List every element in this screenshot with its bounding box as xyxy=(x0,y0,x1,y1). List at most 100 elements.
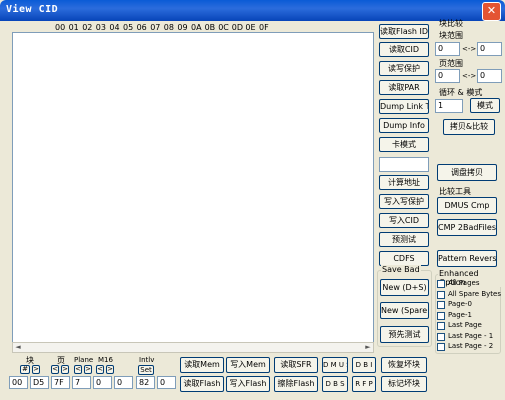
read-sfr-button[interactable]: 读取SFR xyxy=(274,357,318,373)
scroll-left-icon[interactable]: ◄ xyxy=(13,343,23,352)
page-from-input[interactable]: 0 xyxy=(435,69,460,83)
hash-button[interactable]: # xyxy=(20,365,30,374)
block-range-label: 块范围 xyxy=(439,31,463,40)
rfp-button[interactable]: R F P xyxy=(352,376,376,392)
cmp-2badfiles-button[interactable]: CMP 2BadFiles xyxy=(437,219,497,236)
new-spare-button[interactable]: New (Spare) xyxy=(380,302,429,319)
hex-column-label: 05 xyxy=(123,23,134,32)
option-checkbox[interactable] xyxy=(437,343,445,351)
hex-column-label: 0D xyxy=(231,23,244,32)
option-checkbox[interactable] xyxy=(437,322,445,330)
page-prev-button[interactable]: < xyxy=(51,365,59,374)
dmus-cmp-button[interactable]: DMUS Cmp xyxy=(437,197,497,214)
dbi-button[interactable]: D B I xyxy=(352,357,376,373)
option-checkbox[interactable] xyxy=(437,332,445,341)
write-mem-button[interactable]: 写入Mem xyxy=(226,357,270,373)
block-to-input[interactable]: 0 xyxy=(477,42,502,56)
plane-label: Plane xyxy=(74,356,94,364)
loop-count-input[interactable]: 1 xyxy=(435,99,463,113)
horizontal-scrollbar[interactable]: ◄ ► xyxy=(12,342,374,353)
m16-prev-button[interactable]: < xyxy=(96,365,104,374)
read-cid-button[interactable]: 读取CID xyxy=(379,42,429,57)
compare-tools-label: 比较工具 xyxy=(439,187,471,196)
hex-column-label: 06 xyxy=(136,23,147,32)
pattern-reverse-button[interactable]: Pattern Reverse xyxy=(437,250,497,267)
option-label: Last Page - 2 xyxy=(448,342,494,350)
restore-block-button[interactable]: 恢复坏块 xyxy=(381,357,427,373)
m16-input[interactable]: 7 xyxy=(72,376,91,389)
calc-address-button[interactable]: 计算地址 xyxy=(379,175,429,190)
write-flash-button[interactable]: 写入Flash xyxy=(226,376,270,392)
block-compare-label: 块比较 xyxy=(439,19,463,28)
page-input[interactable]: D5 xyxy=(30,376,49,389)
dump-link-tbl-button[interactable]: Dump Link Tbl xyxy=(379,99,429,114)
erase-flash-button[interactable]: 擦除Flash xyxy=(274,376,318,392)
card-mode-button[interactable]: 卡模式 xyxy=(379,137,429,152)
save-bad-title: Save Bad xyxy=(381,265,421,274)
option-checkbox[interactable] xyxy=(437,301,445,309)
page-next-button[interactable]: > xyxy=(61,365,69,374)
intlv-input[interactable]: 82 xyxy=(136,376,155,389)
hex-column-label: 0B xyxy=(204,23,216,32)
hex-column-label: 04 xyxy=(109,23,120,32)
dump-info-button[interactable]: Dump Info xyxy=(379,118,429,133)
address-input[interactable] xyxy=(379,157,429,172)
option-label: All Pages xyxy=(448,279,480,287)
pretest-button[interactable]: 预测试 xyxy=(379,232,429,247)
read-protect-button[interactable]: 读写保护 xyxy=(379,61,429,76)
value8-input[interactable]: 0 xyxy=(157,376,176,389)
hex-column-label: 00 xyxy=(55,23,66,32)
page-range-label: 页范围 xyxy=(439,59,463,68)
plane-input[interactable]: 7F xyxy=(51,376,70,389)
mark-bad-button[interactable]: 标记坏块 xyxy=(381,376,427,392)
hex-column-label: 0E xyxy=(245,23,256,32)
hex-column-label: 09 xyxy=(177,23,188,32)
hex-column-label: 07 xyxy=(150,23,161,32)
plane-prev-button[interactable]: < xyxy=(74,365,82,374)
cdfs-button[interactable]: CDFS xyxy=(379,251,429,266)
value5-input[interactable]: 0 xyxy=(93,376,112,389)
block-arrow: <-> xyxy=(462,45,477,53)
block-next-button[interactable]: > xyxy=(32,365,40,374)
option-label: Last Page xyxy=(448,321,482,329)
pretest2-button[interactable]: 预先测试 xyxy=(380,326,429,343)
close-button[interactable]: ✕ xyxy=(482,2,501,21)
page-to-input[interactable]: 0 xyxy=(477,69,502,83)
option-checkbox[interactable] xyxy=(437,280,445,288)
write-cid-button[interactable]: 写入CID xyxy=(379,213,429,228)
hex-column-label: 02 xyxy=(82,23,93,32)
hex-column-label: 0C xyxy=(218,23,229,32)
block-input[interactable]: 00 xyxy=(9,376,28,389)
option-label: Page-0 xyxy=(448,300,472,308)
read-flash-button[interactable]: 读取Flash xyxy=(180,376,224,392)
new-ds-button[interactable]: New (D+S) xyxy=(380,279,429,296)
write-protect-button[interactable]: 写入写保护 xyxy=(379,194,429,209)
option-label: All Spare Bytes xyxy=(448,289,501,298)
read-par-button[interactable]: 读取PAR xyxy=(379,80,429,95)
m16-next-button[interactable]: > xyxy=(106,365,114,374)
copy-compare-button[interactable]: 拷贝&比较 xyxy=(443,119,495,135)
dbs-button[interactable]: D B S xyxy=(322,376,348,392)
intlv-label: Intlv xyxy=(139,356,155,364)
hex-view-area[interactable] xyxy=(12,32,374,344)
loop-mode-label: 循环 & 模式 xyxy=(439,88,483,97)
mode-button[interactable]: 模式 xyxy=(470,98,500,113)
window-title: View CID xyxy=(6,4,59,15)
hex-column-label: 0A xyxy=(191,23,202,32)
set-button[interactable]: Set xyxy=(138,365,154,375)
read-mem-button[interactable]: 读取Mem xyxy=(180,357,224,373)
option-label: Last Page - 1 xyxy=(448,331,494,340)
hex-column-label: 01 xyxy=(68,23,79,32)
value6-input[interactable]: 0 xyxy=(114,376,133,389)
scroll-right-icon[interactable]: ► xyxy=(363,343,373,352)
dmus-button[interactable]: D M U S xyxy=(322,357,348,373)
block-from-input[interactable]: 0 xyxy=(435,42,460,56)
option-checkbox[interactable] xyxy=(437,311,445,320)
read-flash-id-button[interactable]: 读取Flash ID xyxy=(379,24,429,39)
hex-column-label: 0F xyxy=(259,23,269,32)
adjust-copy-button[interactable]: 调盘拷贝 xyxy=(437,164,497,181)
hex-column-label: 08 xyxy=(163,23,174,32)
plane-next-button[interactable]: > xyxy=(84,365,92,374)
option-label: Page-1 xyxy=(448,310,472,319)
option-checkbox[interactable] xyxy=(437,290,445,299)
